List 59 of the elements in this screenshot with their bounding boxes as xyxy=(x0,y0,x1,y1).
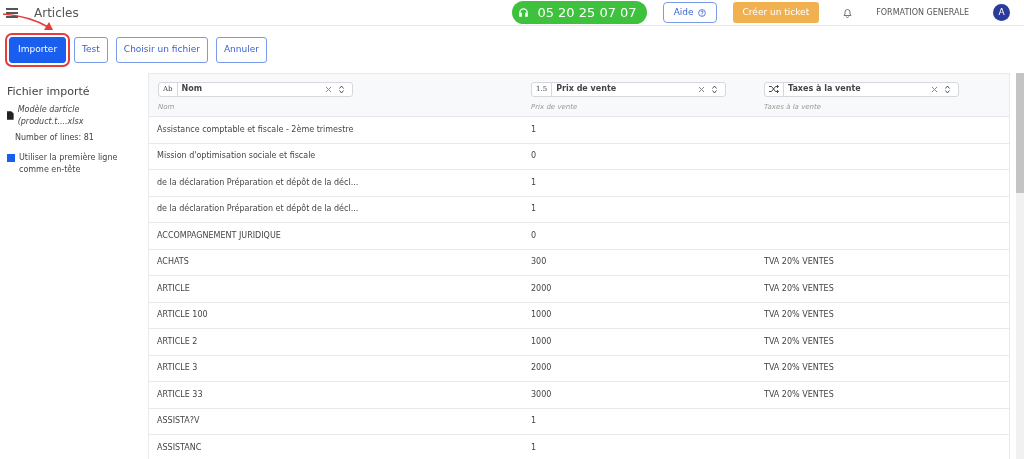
table-cell: TVA 20% VENTES xyxy=(764,310,834,320)
table-cell: 1 xyxy=(531,204,537,214)
user-avatar[interactable]: A xyxy=(993,4,1010,21)
menu-icon[interactable] xyxy=(6,7,18,18)
scrollbar[interactable] xyxy=(1016,72,1024,459)
table-cell: TVA 20% VENTES xyxy=(764,389,834,399)
table-cell: 300 xyxy=(531,257,547,267)
table-cell: TVA 20% VENTES xyxy=(764,363,834,373)
table-cell: ARTICLE xyxy=(157,283,190,293)
line-count: Number of lines: 81 xyxy=(15,131,95,144)
section-title: Fichier importé xyxy=(7,84,91,98)
sort-caret-icon[interactable] xyxy=(945,84,950,94)
help-button[interactable]: Aide xyxy=(662,1,717,24)
table-cell: 1000 xyxy=(531,336,552,346)
table-cell: 3000 xyxy=(531,389,552,399)
question-icon xyxy=(697,8,706,17)
table-cell: ACCOMPAGNEMENT JURIDIQUE xyxy=(157,230,281,240)
checkbox-label: Utiliser la première ligne comme en-tête xyxy=(19,151,119,176)
table-cell: ARTICLE 100 xyxy=(157,310,208,320)
phone-badge: 05 20 25 07 07 xyxy=(512,0,647,25)
table-cell: 0 xyxy=(531,151,537,161)
clear-icon[interactable] xyxy=(932,86,937,92)
page-title: Articles xyxy=(34,4,79,22)
table-cell: 1 xyxy=(531,442,537,452)
column-select[interactable]: Taxes à la vente xyxy=(764,81,959,97)
table-cell: 1 xyxy=(531,124,537,134)
table-cell: ARTICLE 3 xyxy=(157,363,198,373)
table-cell: 1 xyxy=(531,416,537,426)
table-cell: 1000 xyxy=(531,310,552,320)
table-cell: ASSISTA?V xyxy=(157,416,200,426)
action-button[interactable]: Choisir un fichier xyxy=(115,37,208,63)
clear-icon[interactable] xyxy=(326,86,331,92)
action-button[interactable]: Annuler xyxy=(215,37,267,63)
table-cell: ASSISTANC xyxy=(157,442,202,452)
table-cell: de la déclaration Préparation et dépôt de la décl... xyxy=(157,177,359,187)
table-cell: TVA 20% VENTES xyxy=(764,336,834,346)
file-icon xyxy=(7,111,14,121)
table-cell: 1 xyxy=(531,177,537,187)
table-cell: ARTICLE 33 xyxy=(157,389,203,399)
action-button[interactable]: Test xyxy=(74,37,108,63)
table-cell: ARTICLE 2 xyxy=(157,336,198,346)
clear-icon[interactable] xyxy=(699,86,704,92)
table-cell: ACHATS xyxy=(157,257,189,267)
table-cell: Assistance comptable et fiscale - 2ème trimestre xyxy=(157,124,354,134)
table-cell: Mission d'optimisation sociale et fiscale xyxy=(157,151,316,161)
file-name: Modèle darticle (product.t....xlsx xyxy=(17,103,85,128)
table-cell: TVA 20% VENTES xyxy=(764,257,834,267)
checkbox[interactable] xyxy=(7,153,15,162)
company-name[interactable]: FORMATION GENERALE xyxy=(876,6,969,19)
sort-caret-icon[interactable] xyxy=(339,84,344,94)
bell-icon[interactable] xyxy=(843,7,853,18)
sort-caret-icon[interactable] xyxy=(712,84,717,94)
table-cell: 2000 xyxy=(531,283,552,293)
table-cell: 0 xyxy=(531,230,537,240)
table-cell: 2000 xyxy=(531,363,552,373)
shuffle-icon xyxy=(769,85,779,93)
table-cell: de la déclaration Préparation et dépôt de la décl... xyxy=(157,204,359,214)
table-cell: TVA 20% VENTES xyxy=(764,283,834,293)
headset-icon xyxy=(518,7,530,18)
